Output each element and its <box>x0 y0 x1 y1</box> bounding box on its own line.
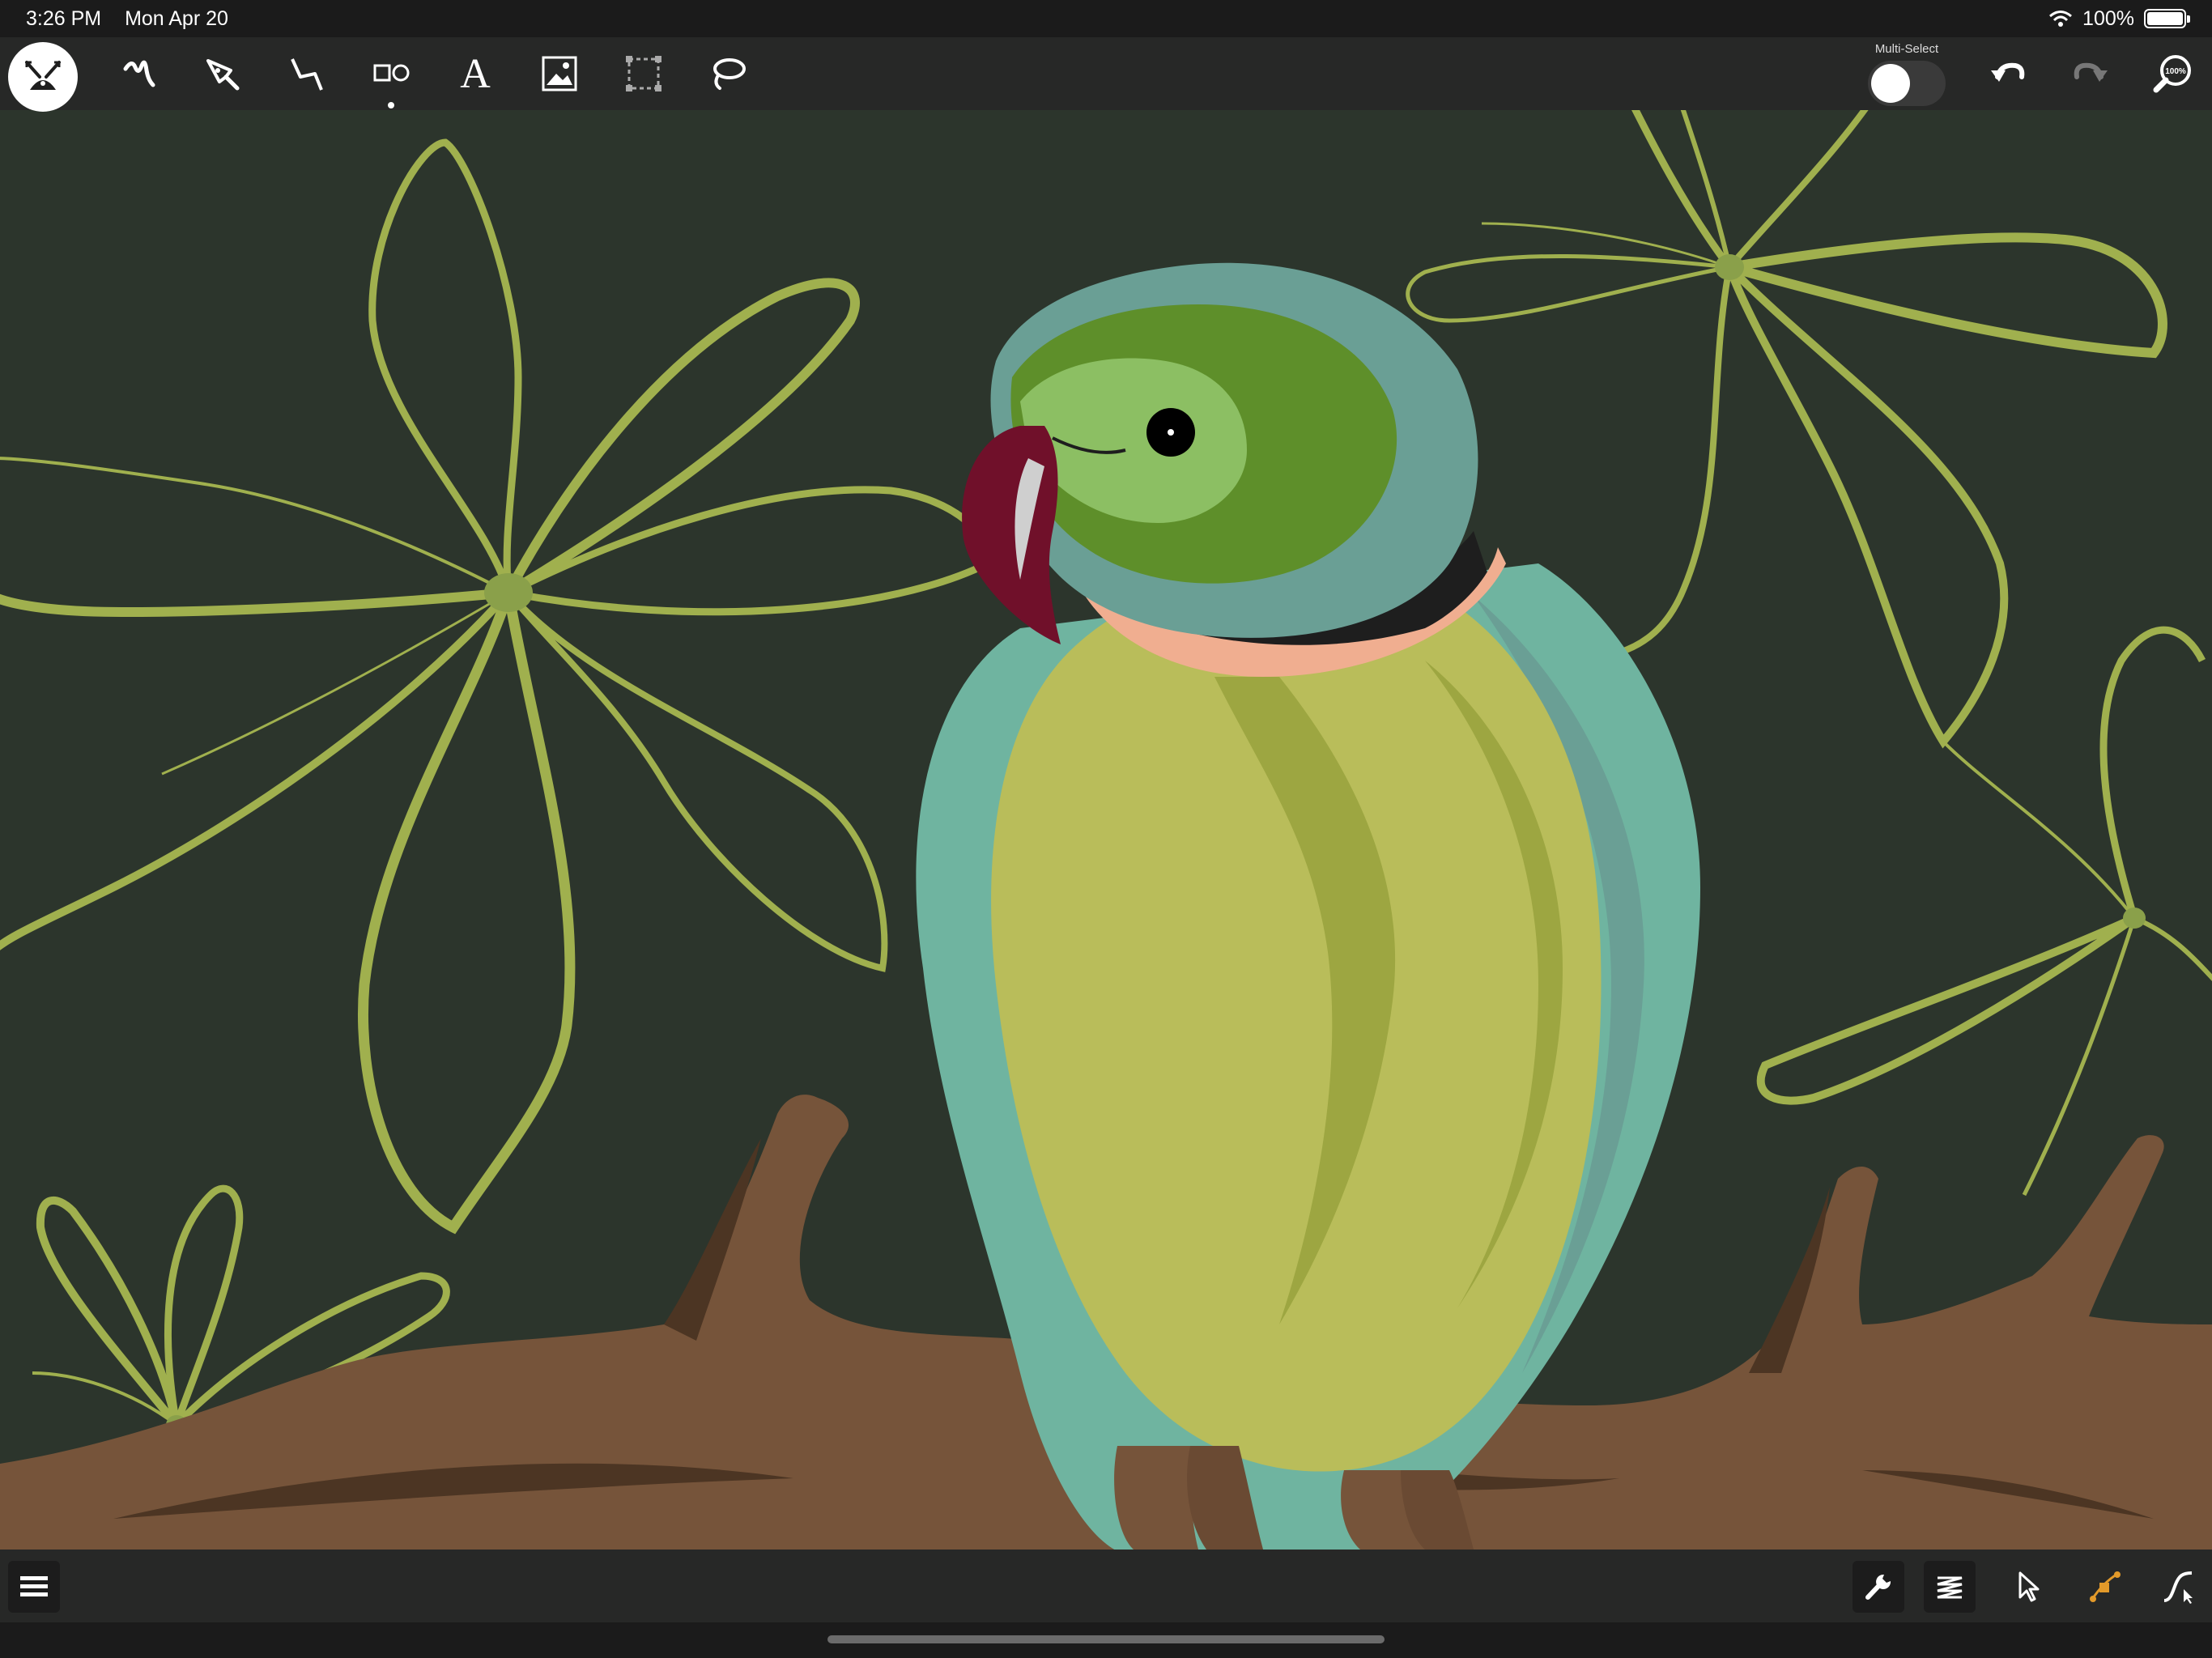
active-tool-indicator <box>388 102 394 108</box>
bezier-icon <box>2163 1571 2193 1604</box>
wifi-icon <box>2049 11 2073 27</box>
zoom-level: 100% <box>2165 67 2186 76</box>
redo-button[interactable] <box>2063 45 2120 102</box>
shape-tool[interactable] <box>363 45 419 108</box>
drawing-canvas[interactable] <box>0 110 2212 1550</box>
battery-percent: 100% <box>2082 6 2134 30</box>
status-bar: 3:26 PM Mon Apr 20 100% <box>0 0 2212 37</box>
menu-button[interactable] <box>8 1561 60 1613</box>
status-time: 3:26 PM <box>26 6 102 30</box>
vectornator-logo-icon <box>25 61 61 90</box>
wrench-icon <box>1865 1574 1891 1600</box>
app-logo-button[interactable] <box>8 42 78 112</box>
undo-button[interactable] <box>1979 45 2035 102</box>
menu-icon <box>20 1576 48 1596</box>
undo-icon <box>1991 62 2025 82</box>
pen-nib-icon <box>206 59 240 91</box>
artboard-icon <box>626 56 661 91</box>
layers-icon <box>1937 1576 1963 1599</box>
toggle-knob <box>1871 64 1910 103</box>
top-toolbar: A Multi-Select 100% <box>0 37 2212 112</box>
image-tool[interactable] <box>531 45 588 102</box>
bottom-toolbar <box>0 1550 2212 1622</box>
node-tool[interactable] <box>2079 1561 2131 1613</box>
status-date: Mon Apr 20 <box>125 6 228 30</box>
settings-button[interactable] <box>1853 1561 1904 1613</box>
multi-select: Multi-Select <box>1862 42 1951 106</box>
text-tool[interactable]: A <box>447 45 504 102</box>
lasso-tool[interactable] <box>700 45 756 102</box>
multi-select-toggle[interactable] <box>1868 61 1946 106</box>
line-tool[interactable] <box>279 45 335 102</box>
magnifier-icon: 100% <box>2153 55 2191 93</box>
lasso-icon <box>713 58 746 90</box>
squiggle-icon <box>123 60 155 87</box>
bezier-tool[interactable] <box>2152 1561 2204 1613</box>
image-icon <box>542 56 577 91</box>
selection-tool[interactable] <box>2003 1561 2055 1613</box>
shapes-icon <box>373 64 410 82</box>
artboard-tool[interactable] <box>615 45 672 102</box>
polyline-icon <box>291 58 323 91</box>
brush-tool[interactable] <box>110 45 167 102</box>
redo-icon <box>2074 62 2108 82</box>
layers-button[interactable] <box>1924 1561 1976 1613</box>
battery-icon <box>2144 9 2190 28</box>
pointer-icon <box>2018 1571 2040 1602</box>
node-icon <box>2090 1571 2121 1602</box>
home-indicator[interactable] <box>827 1635 1385 1643</box>
multi-select-label: Multi-Select <box>1874 42 1939 56</box>
zoom-button[interactable]: 100% <box>2144 45 2201 102</box>
text-a-icon: A <box>460 50 491 97</box>
pen-tool[interactable] <box>194 45 251 102</box>
